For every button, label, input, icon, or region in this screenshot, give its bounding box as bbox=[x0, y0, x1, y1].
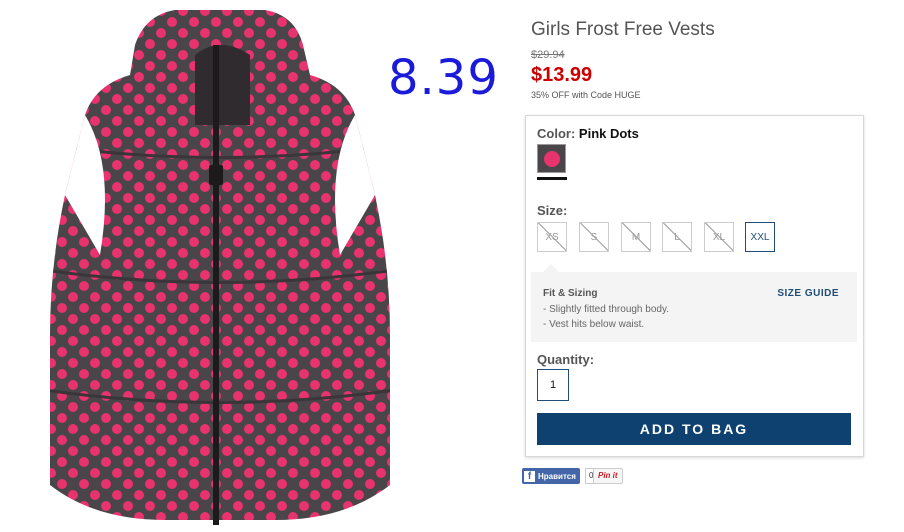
fit-sizing-box: Fit & Sizing SIZE GUIDE - Slightly fitte… bbox=[531, 264, 857, 342]
sale-price: $13.99 bbox=[531, 64, 593, 86]
pinterest-pin-button[interactable]: Pin it bbox=[593, 468, 623, 484]
color-value: Pink Dots bbox=[578, 126, 639, 141]
fit-sizing-title: Fit & Sizing bbox=[543, 288, 598, 299]
size-option-l[interactable]: L bbox=[662, 222, 692, 252]
facebook-like-label: Нравится bbox=[538, 471, 576, 481]
color-swatch-pink-dots[interactable] bbox=[537, 144, 566, 173]
swatch-dot bbox=[544, 151, 560, 167]
product-image bbox=[50, 10, 390, 525]
fit-note: - Slightly fitted through body. bbox=[543, 304, 669, 315]
facebook-like-button[interactable]: f Нравится bbox=[522, 468, 580, 484]
size-option-m[interactable]: M bbox=[621, 222, 651, 252]
swatch-selected-indicator bbox=[537, 177, 567, 180]
add-to-bag-button[interactable]: ADD TO BAG bbox=[537, 413, 851, 445]
color-row: Color: Pink Dots bbox=[537, 126, 639, 141]
product-title: Girls Frost Free Vests bbox=[531, 19, 715, 40]
size-guide-link[interactable]: SIZE GUIDE bbox=[777, 288, 839, 299]
size-option-xxl[interactable]: XXL bbox=[745, 222, 775, 252]
original-price: $29.94 bbox=[531, 49, 565, 61]
fit-box-notch bbox=[543, 264, 559, 272]
quantity-input[interactable] bbox=[537, 369, 569, 401]
quantity-label: Quantity: bbox=[537, 352, 595, 367]
purchase-panel: Color: Pink Dots Size: XS S M L XL XXL F… bbox=[525, 115, 864, 457]
fit-note: - Vest hits below waist. bbox=[543, 319, 645, 330]
size-option-xl[interactable]: XL bbox=[704, 222, 734, 252]
overlay-price: 8.39 bbox=[388, 50, 499, 106]
facebook-icon: f bbox=[524, 470, 535, 482]
size-option-s[interactable]: S bbox=[579, 222, 609, 252]
promo-text: 35% OFF with Code HUGE bbox=[531, 90, 641, 100]
size-option-xs[interactable]: XS bbox=[537, 222, 567, 252]
size-label: Size: bbox=[537, 203, 568, 218]
color-label: Color: bbox=[537, 126, 576, 141]
